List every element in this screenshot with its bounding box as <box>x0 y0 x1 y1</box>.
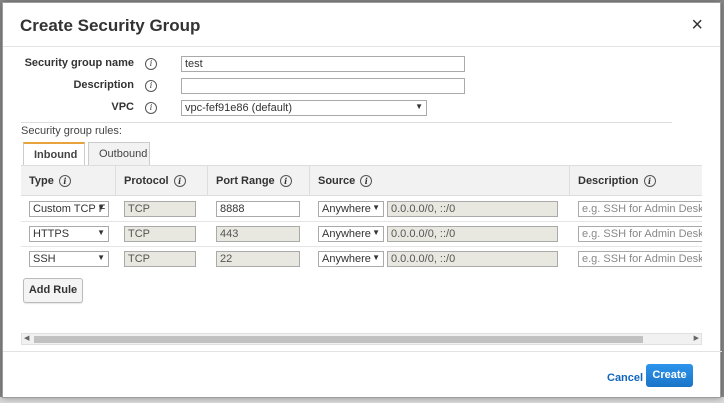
description-row: Description i <box>3 77 722 95</box>
scroll-right-icon[interactable]: ▶ <box>694 334 699 344</box>
name-label: Security group name <box>24 57 134 69</box>
close-icon[interactable]: × <box>691 15 703 35</box>
description-label: Description <box>73 79 134 91</box>
column-header-protocol: Protocol i <box>116 166 208 196</box>
rule-description-input[interactable]: e.g. SSH for Admin Desktop <box>578 251 702 267</box>
rules-divider <box>21 122 672 123</box>
name-row: Security group name i test <box>3 55 722 73</box>
info-icon[interactable]: i <box>360 175 373 188</box>
dialog-header: Create Security Group × <box>3 3 720 47</box>
type-select[interactable]: SSH ▼ <box>29 251 109 267</box>
rules-section-label: Security group rules: <box>21 125 122 137</box>
column-header-source: Source i <box>310 166 570 196</box>
info-icon[interactable]: i <box>58 175 71 188</box>
cancel-button[interactable]: Cancel <box>607 372 643 384</box>
vpc-row: VPC i vpc-fef91e86 (default) ▼ <box>3 99 722 117</box>
info-icon[interactable]: i <box>145 80 157 92</box>
source-cidr-input[interactable]: 0.0.0.0/0, ::/0 <box>387 201 558 217</box>
info-icon[interactable]: i <box>145 102 157 114</box>
tab-inbound[interactable]: Inbound <box>23 142 85 166</box>
tab-outbound[interactable]: Outbound <box>88 142 150 166</box>
source-cidr-input[interactable]: 0.0.0.0/0, ::/0 <box>387 226 558 242</box>
horizontal-scrollbar[interactable]: ◀ ▶ <box>21 333 702 345</box>
chevron-down-icon: ▼ <box>97 253 105 262</box>
scroll-left-icon[interactable]: ◀ <box>24 334 29 344</box>
column-header-type: Type i <box>21 166 116 196</box>
column-header-port-range: Port Range i <box>208 166 310 196</box>
table-header: Type i Protocol i Port Range i Source i Desc… <box>21 166 702 196</box>
source-select[interactable]: Anywhere ▼ <box>318 226 384 242</box>
footer-divider <box>3 351 722 352</box>
vpc-select[interactable]: vpc-fef91e86 (default) ▼ <box>181 100 427 116</box>
type-select[interactable]: HTTPS ▼ <box>29 226 109 242</box>
type-select[interactable]: Custom TCP F ▼ <box>29 201 109 217</box>
table-row: HTTPS ▼ TCP 443 Anywhere ▼ 0.0.0.0/0, ::/0… <box>21 222 702 247</box>
chevron-down-icon: ▼ <box>372 228 380 237</box>
port-range-input: 22 <box>216 251 300 267</box>
security-group-name-input[interactable]: test <box>181 56 465 72</box>
table-row: SSH ▼ TCP 22 Anywhere ▼ 0.0.0.0/0, ::/0 e.… <box>21 247 702 269</box>
chevron-down-icon: ▼ <box>97 228 105 237</box>
protocol-field: TCP <box>124 226 196 242</box>
port-range-input: 443 <box>216 226 300 242</box>
table-row: Custom TCP F ▼ TCP 8888 Anywhere ▼ 0.0.0.0… <box>21 197 702 222</box>
port-range-input[interactable]: 8888 <box>216 201 300 217</box>
dialog-title: Create Security Group <box>20 16 201 35</box>
add-rule-button[interactable]: Add Rule <box>23 278 83 303</box>
chevron-down-icon: ▼ <box>97 203 105 212</box>
create-security-group-dialog: Create Security Group × Security group n… <box>2 2 722 398</box>
chevron-down-icon: ▼ <box>372 203 380 212</box>
info-icon[interactable]: i <box>643 175 656 188</box>
source-cidr-input[interactable]: 0.0.0.0/0, ::/0 <box>387 251 558 267</box>
protocol-field: TCP <box>124 201 196 217</box>
column-header-description: Description i <box>570 166 702 196</box>
info-icon[interactable]: i <box>279 175 292 188</box>
vpc-select-value: vpc-fef91e86 (default) <box>185 102 293 114</box>
rules-table: Type i Protocol i Port Range i Source i Desc… <box>21 165 702 269</box>
info-icon[interactable]: i <box>145 58 157 70</box>
chevron-down-icon: ▼ <box>415 102 423 111</box>
protocol-field: TCP <box>124 251 196 267</box>
rule-description-input[interactable]: e.g. SSH for Admin Desktop <box>578 226 702 242</box>
create-button[interactable]: Create <box>646 364 693 387</box>
scrollbar-thumb[interactable] <box>34 336 643 343</box>
source-select[interactable]: Anywhere ▼ <box>318 201 384 217</box>
description-input[interactable] <box>181 78 465 94</box>
info-icon[interactable]: i <box>173 175 186 188</box>
vpc-label: VPC <box>111 101 134 113</box>
source-select[interactable]: Anywhere ▼ <box>318 251 384 267</box>
chevron-down-icon: ▼ <box>372 253 380 262</box>
rule-description-input[interactable]: e.g. SSH for Admin Desktop <box>578 201 702 217</box>
